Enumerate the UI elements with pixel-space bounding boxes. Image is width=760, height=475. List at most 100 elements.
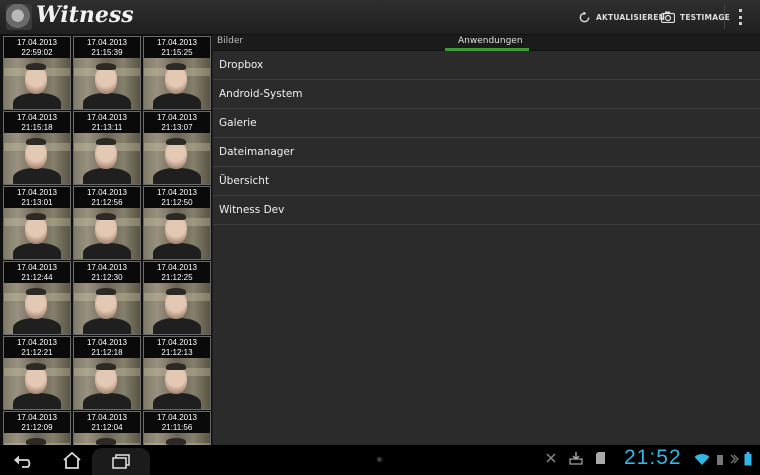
photo-time: 21:13:01 [21, 197, 53, 207]
photo-thumbnail[interactable]: 17.04.2013 21:12:09 [3, 411, 71, 445]
recent-apps-button[interactable] [92, 448, 150, 475]
photo-image [74, 358, 140, 409]
photo-image [74, 433, 140, 445]
photo-image [4, 133, 70, 184]
photo-date: 17.04.2013 [16, 263, 58, 272]
list-item-dropbox[interactable]: Dropbox [213, 51, 760, 80]
photo-time: 22:59:02 [21, 47, 53, 57]
photo-timestamp: 17.04.2013 22:59:02 [4, 37, 70, 59]
photo-timestamp: 17.04.2013 21:11:56 [144, 412, 210, 434]
photo-date: 17.04.2013 [156, 413, 198, 422]
photo-thumbnail[interactable]: 17.04.2013 22:59:02 [3, 36, 71, 110]
photo-time: 21:15:25 [161, 47, 193, 57]
photo-thumbnail[interactable]: 17.04.2013 21:12:25 [143, 261, 211, 335]
photo-timestamp: 17.04.2013 21:12:13 [144, 337, 210, 359]
photo-thumbnail[interactable]: 17.04.2013 21:13:07 [143, 111, 211, 185]
photo-date: 17.04.2013 [16, 113, 58, 122]
photo-time: 21:13:11 [91, 122, 123, 132]
back-icon [14, 455, 31, 468]
photo-timestamp: 17.04.2013 21:13:01 [4, 187, 70, 209]
download-icon[interactable] [569, 451, 583, 465]
app-list: Dropbox Android-System Galerie Dateimana… [213, 51, 760, 225]
photo-thumbnail[interactable]: 17.04.2013 21:12:50 [143, 186, 211, 260]
photo-image [74, 58, 140, 109]
photo-image [4, 358, 70, 409]
lights-out-dot [377, 457, 382, 462]
photo-time: 21:12:09 [21, 422, 53, 432]
list-item-galerie[interactable]: Galerie [213, 109, 760, 138]
photo-time: 21:12:56 [91, 197, 123, 207]
photo-thumbnail[interactable]: 17.04.2013 21:11:56 [143, 411, 211, 445]
photo-time: 21:15:18 [21, 122, 53, 132]
notification-app-icon[interactable] [545, 452, 557, 464]
photo-thumbnail[interactable]: 17.04.2013 21:12:56 [73, 186, 141, 260]
photo-image [4, 208, 70, 259]
list-item-dateimanager[interactable]: Dateimanager [213, 138, 760, 167]
photo-thumbnail[interactable]: 17.04.2013 21:12:18 [73, 336, 141, 410]
system-status-icons[interactable] [694, 452, 752, 466]
photo-thumbnail[interactable]: 17.04.2013 21:12:21 [3, 336, 71, 410]
photo-date: 17.04.2013 [16, 188, 58, 197]
photo-timestamp: 17.04.2013 21:13:07 [144, 112, 210, 134]
status-clock[interactable]: 21:52 [624, 446, 682, 470]
signal-arrows-icon [730, 454, 739, 463]
photo-image [144, 133, 210, 184]
photo-date: 17.04.2013 [86, 263, 128, 272]
back-button[interactable] [10, 448, 38, 472]
photo-thumbnail[interactable]: 17.04.2013 21:13:01 [3, 186, 71, 260]
photo-image [4, 283, 70, 334]
photo-date: 17.04.2013 [156, 338, 198, 347]
app-logo-icon[interactable] [6, 4, 32, 30]
photo-thumbnail[interactable]: 17.04.2013 21:12:13 [143, 336, 211, 410]
photo-time: 21:12:30 [91, 272, 123, 282]
photo-time: 21:12:13 [161, 347, 193, 357]
photo-thumbnail[interactable]: 17.04.2013 21:15:18 [3, 111, 71, 185]
photo-time: 21:12:44 [21, 272, 53, 282]
photo-image [4, 58, 70, 109]
testimage-button[interactable]: TESTIMAGE [661, 8, 730, 26]
notification-icons [545, 451, 606, 465]
overflow-menu-icon[interactable] [737, 9, 743, 25]
photo-timestamp: 17.04.2013 21:12:21 [4, 337, 70, 359]
tab-bilder[interactable]: Bilder [217, 36, 243, 46]
photo-timestamp: 17.04.2013 21:13:11 [74, 112, 140, 134]
photo-timestamp: 17.04.2013 21:12:04 [74, 412, 140, 434]
refresh-icon [579, 10, 590, 22]
photo-image [144, 58, 210, 109]
tab-bar: Bilder Anwendungen [213, 35, 760, 51]
home-button[interactable] [58, 448, 86, 472]
list-item-android-system[interactable]: Android-System [213, 80, 760, 109]
photo-thumbnail[interactable]: 17.04.2013 21:12:30 [73, 261, 141, 335]
photo-date: 17.04.2013 [86, 413, 128, 422]
photo-thumbnail[interactable]: 17.04.2013 21:15:39 [73, 36, 141, 110]
photo-timestamp: 17.04.2013 21:15:39 [74, 37, 140, 59]
photo-thumbnail[interactable]: 17.04.2013 21:12:44 [3, 261, 71, 335]
photo-image [144, 433, 210, 445]
photo-thumbnail[interactable]: 17.04.2013 21:13:11 [73, 111, 141, 185]
photo-image [74, 208, 140, 259]
photo-date: 17.04.2013 [16, 38, 58, 47]
sd-card-icon[interactable] [595, 451, 606, 465]
photo-timestamp: 17.04.2013 21:15:18 [4, 112, 70, 134]
alarm-icon [717, 454, 723, 465]
photo-image [74, 283, 140, 334]
refresh-button[interactable]: AKTUALISIEREN [578, 8, 665, 26]
photo-timestamp: 17.04.2013 21:12:25 [144, 262, 210, 284]
photo-date: 17.04.2013 [86, 338, 128, 347]
photo-image [144, 358, 210, 409]
photo-image [4, 433, 70, 445]
refresh-label: AKTUALISIEREN [596, 12, 666, 22]
photo-thumbnail[interactable]: 17.04.2013 21:15:25 [143, 36, 211, 110]
photo-date: 17.04.2013 [16, 338, 58, 347]
photo-thumbnail[interactable]: 17.04.2013 21:12:04 [73, 411, 141, 445]
photo-time: 21:12:50 [161, 197, 193, 207]
tab-anwendungen[interactable]: Anwendungen [458, 36, 523, 46]
list-item-witness-dev[interactable]: Witness Dev [213, 196, 760, 225]
photo-timestamp: 17.04.2013 21:12:56 [74, 187, 140, 209]
photo-date: 17.04.2013 [86, 188, 128, 197]
photo-timestamp: 17.04.2013 21:15:25 [144, 37, 210, 59]
list-item-uebersicht[interactable]: Übersicht [213, 167, 760, 196]
photo-date: 17.04.2013 [156, 263, 198, 272]
battery-icon [744, 452, 752, 466]
photo-image [144, 208, 210, 259]
